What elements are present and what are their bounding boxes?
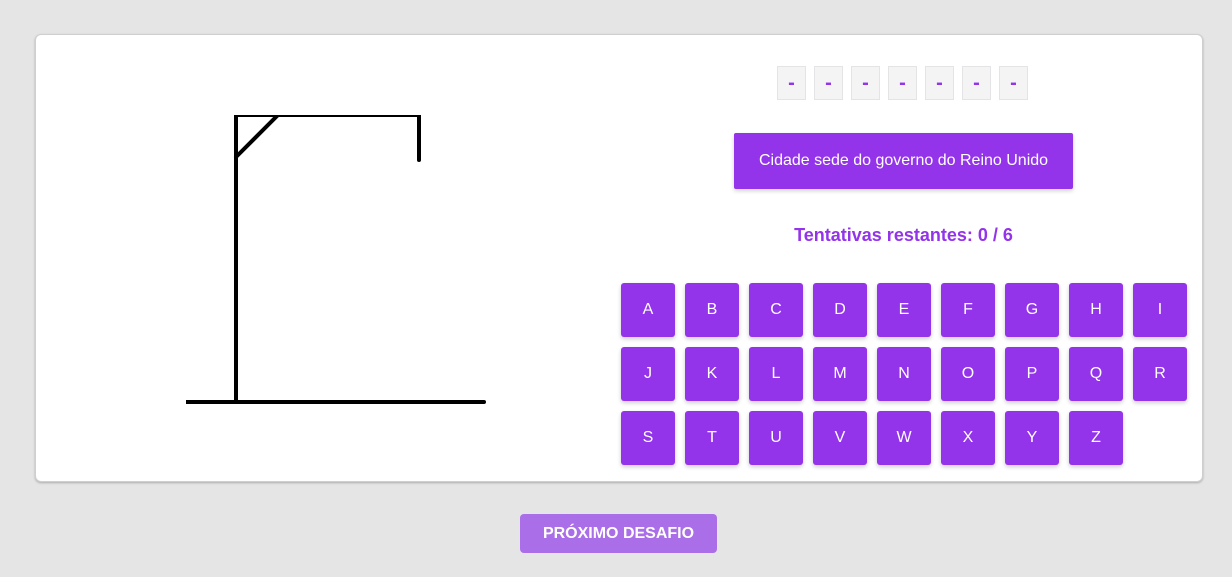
key-t[interactable]: T [685,411,739,465]
key-d[interactable]: D [813,283,867,337]
key-j[interactable]: J [621,347,675,401]
key-b[interactable]: B [685,283,739,337]
key-q[interactable]: Q [1069,347,1123,401]
key-r[interactable]: R [1133,347,1187,401]
letter-slot: - [814,66,843,100]
key-y[interactable]: Y [1005,411,1059,465]
word-slots: ------- [777,66,1028,100]
key-w[interactable]: W [877,411,931,465]
letter-slot: - [925,66,954,100]
key-n[interactable]: N [877,347,931,401]
key-v[interactable]: V [813,411,867,465]
key-a[interactable]: A [621,283,675,337]
key-k[interactable]: K [685,347,739,401]
key-e[interactable]: E [877,283,931,337]
attempts-remaining: Tentativas restantes: 0 / 6 [794,225,1013,245]
gallows-brace [234,115,280,159]
key-l[interactable]: L [749,347,803,401]
letter-slot: - [777,66,806,100]
key-p[interactable]: P [1005,347,1059,401]
next-challenge-button[interactable]: PRÓXIMO DESAFIO [520,514,717,553]
key-c[interactable]: C [749,283,803,337]
letter-slot: - [999,66,1028,100]
key-h[interactable]: H [1069,283,1123,337]
key-f[interactable]: F [941,283,995,337]
key-g[interactable]: G [1005,283,1059,337]
key-s[interactable]: S [621,411,675,465]
hint-box: Cidade sede do governo do Reino Unido [734,133,1073,189]
game-card: ------- Cidade sede do governo do Reino … [35,34,1203,482]
letter-slot: - [888,66,917,100]
key-i[interactable]: I [1133,283,1187,337]
key-m[interactable]: M [813,347,867,401]
key-x[interactable]: X [941,411,995,465]
letter-slot: - [851,66,880,100]
letter-keyboard: ABCDEFGHI JKLMNOPQR STUVWXYZ [621,283,1187,465]
letter-slot: - [962,66,991,100]
key-u[interactable]: U [749,411,803,465]
key-o[interactable]: O [941,347,995,401]
gallows-drawing [186,115,486,404]
key-z[interactable]: Z [1069,411,1123,465]
